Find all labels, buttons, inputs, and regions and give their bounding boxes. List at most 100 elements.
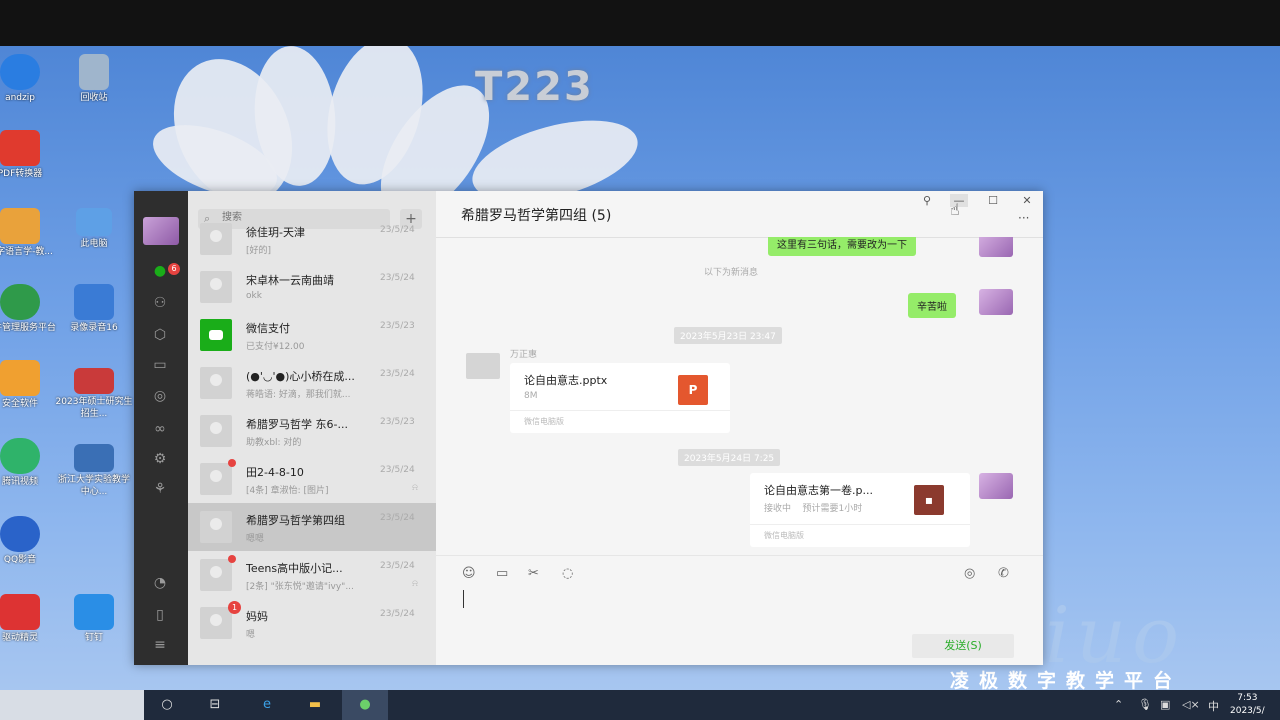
chat-name: 宋卓林一云南曲靖 [246,274,334,287]
network-icon[interactable]: ▣ [1160,698,1170,711]
send-button[interactable]: 发送(S) [912,634,1014,658]
pin-icon[interactable]: ⚲ [918,194,936,207]
file-status: 接收中 预计需要1小时 [764,504,863,514]
app-icon [0,208,40,244]
wechat-icon[interactable]: ● [354,695,376,715]
chat-list-item[interactable]: 宋卓林一云南曲靖 23/5/24 okk [188,263,436,311]
unread-dot [228,459,236,467]
task-view-icon[interactable]: ⊟ [204,695,226,715]
emoji-icon[interactable]: ☺ [462,566,476,581]
file-source: 微信电脑版 [524,417,564,426]
chat-list-item[interactable]: 希腊罗马哲学 东6-... 23/5/23 助教xbl: 对的 [188,407,436,455]
screenshot-icon[interactable]: ✂ [528,566,539,581]
desktop-icon-pdf-converter[interactable]: PDF转换器 [0,130,60,180]
chat-preview: [4条] 章淑怡: [图片] [246,486,329,496]
ime-indicator[interactable]: 中 [1208,698,1219,714]
chat-time: 23/5/23 [380,321,415,331]
volume-icon[interactable]: ◁× [1182,698,1200,711]
chat-avatar [200,559,232,591]
chat-avatar [200,271,232,303]
desktop-icon-recorder[interactable]: 录像录音16 [54,284,134,334]
file-name: 论自由意志.pptx [524,374,608,387]
desktop-icon-driver-genius[interactable]: 驱动精灵 [0,594,60,644]
chat-list-item[interactable]: 徐佳玥-天津 23/5/24 [好的] [188,215,436,263]
edge-browser-icon[interactable]: e [256,695,278,715]
pdf-file-icon: ▪ [914,485,944,515]
platform-label: 凌极数字教学平台 [950,670,1183,690]
search-app-icon[interactable]: ⚙ [150,449,170,469]
start-circle-icon[interactable]: ○ [156,695,178,715]
desktop-icon-digital-language[interactable]: 数字语言学-教... [0,208,60,258]
live-icon[interactable]: ◎ [964,566,975,581]
user-avatar[interactable] [143,217,179,245]
moments-icon[interactable]: ◎ [150,386,170,406]
chat-icon[interactable]: ● [150,261,170,281]
chat-list-item[interactable]: 1 妈妈 23/5/24 嗯 [188,599,436,647]
folder-icon[interactable]: ▭ [150,355,170,375]
chat-list-item[interactable]: 希腊罗马哲学第四组 23/5/24 嗯嗯 [188,503,436,551]
shield-icon [0,360,40,396]
message-bubble-self[interactable]: 这里有三句话，需要改为一下 [768,237,916,256]
sender-avatar[interactable] [466,353,500,379]
chat-time: 23/5/24 [380,465,415,475]
chat-list-item[interactable]: Teens高中版小记... 23/5/24 [2条] "张东悦"邀请"ivy"...… [188,551,436,599]
desktop-icon-recycle-bin[interactable]: 回收站 [54,54,134,104]
chat-list-item[interactable]: 微信支付 23/5/23 已支付¥12.00 [188,311,436,359]
close-button[interactable]: ✕ [1018,194,1036,207]
file-explorer-icon[interactable]: ▬ [304,695,326,715]
desktop-icon-exam-notice[interactable]: 2023年硕士研究生招生... [54,368,134,420]
play-icon [0,438,40,474]
bandizip-icon [0,54,40,90]
more-options-button[interactable]: ··· [1018,211,1029,225]
chat-list-item[interactable]: 田2-4-8-10 23/5/24 [4条] 章淑怡: [图片] ⍾ [188,455,436,503]
text-caret[interactable] [463,590,464,608]
sender-name: 万正惠 [510,350,538,360]
taskbar-search-area[interactable] [0,690,144,720]
message-area: 这里有三句话，需要改为一下 以下为新消息 辛苦啦 2023年5月23日 23:4… [436,237,1043,555]
mute-icon: ⍾ [412,579,418,589]
chat-title: 希腊罗马哲学第四组 (5) [461,208,612,224]
taskbar-clock[interactable]: 7:53 2023/5/ [1230,692,1265,718]
self-avatar[interactable] [979,289,1013,315]
message-bubble-self[interactable]: 辛苦啦 [908,293,956,318]
maximize-button[interactable]: ☐ [984,194,1002,207]
desktop-icon-qq-player[interactable]: QQ影音 [0,516,60,566]
desktop-icon-zju-center[interactable]: 浙江大学实验教学中心... [54,444,134,498]
monitor-icon [74,444,114,472]
mute-icon: ⍾ [412,483,418,493]
phone-icon[interactable]: ◔ [150,573,170,593]
desktop-icon-file-platform[interactable]: 文件管理服务平台 [0,284,60,334]
desktop-icon-tencent-video[interactable]: 腾讯视频 [0,438,60,488]
dingtalk-icon [74,594,114,630]
self-avatar[interactable] [979,237,1013,257]
desktop-icon-bandizip[interactable]: andzip [0,54,60,104]
pptx-file-icon: P [678,375,708,405]
tray-overflow-icon[interactable]: ⌃ [1114,698,1123,711]
file-source: 微信电脑版 [764,531,804,540]
self-avatar[interactable] [979,473,1013,499]
file-message-card[interactable]: 论自由意志第一卷.p... 接收中 预计需要1小时 微信电脑版 ▪ [750,473,970,547]
contacts-icon[interactable]: ⚇ [150,293,170,313]
favorites-icon[interactable]: ⬡ [150,325,170,345]
film-reel-icon [0,516,40,552]
channels-icon[interactable]: ∞ [150,419,170,439]
chat-history-icon[interactable]: ◌ [562,566,573,581]
file-message-card[interactable]: 论自由意志.pptx 8M 微信电脑版 P [510,363,730,433]
chat-avatar [200,367,232,399]
desktop-icon-dingtalk[interactable]: 钉钉 [54,594,134,644]
file-name: 论自由意志第一卷.p... [764,484,873,497]
unread-dot [228,555,236,563]
menu-icon[interactable]: ≡ [150,635,170,655]
desktop-icon-this-pc[interactable]: 此电脑 [54,208,134,250]
microphone-icon[interactable]: 🎙 [1138,698,1152,711]
folder-icon[interactable]: ▭ [496,566,508,581]
chat-time: 23/5/24 [380,513,415,523]
desktop-icon-security[interactable]: 安全软件 [0,360,60,410]
mini-program-icon[interactable]: ⚘ [150,479,170,499]
call-icon[interactable]: ✆ [998,566,1009,581]
device-icon[interactable]: ▯ [150,605,170,625]
chat-time: 23/5/24 [380,561,415,571]
file-size: 8M [524,391,538,401]
chat-main-panel: 希腊罗马哲学第四组 (5) ⚲ — ☐ ✕ ··· 这里有三句话，需要改为一下 … [436,191,1043,665]
chat-list-item[interactable]: (●'◡'●)心小桥在成... 23/5/24 蒋皓语: 好滴，那我们就... [188,359,436,407]
